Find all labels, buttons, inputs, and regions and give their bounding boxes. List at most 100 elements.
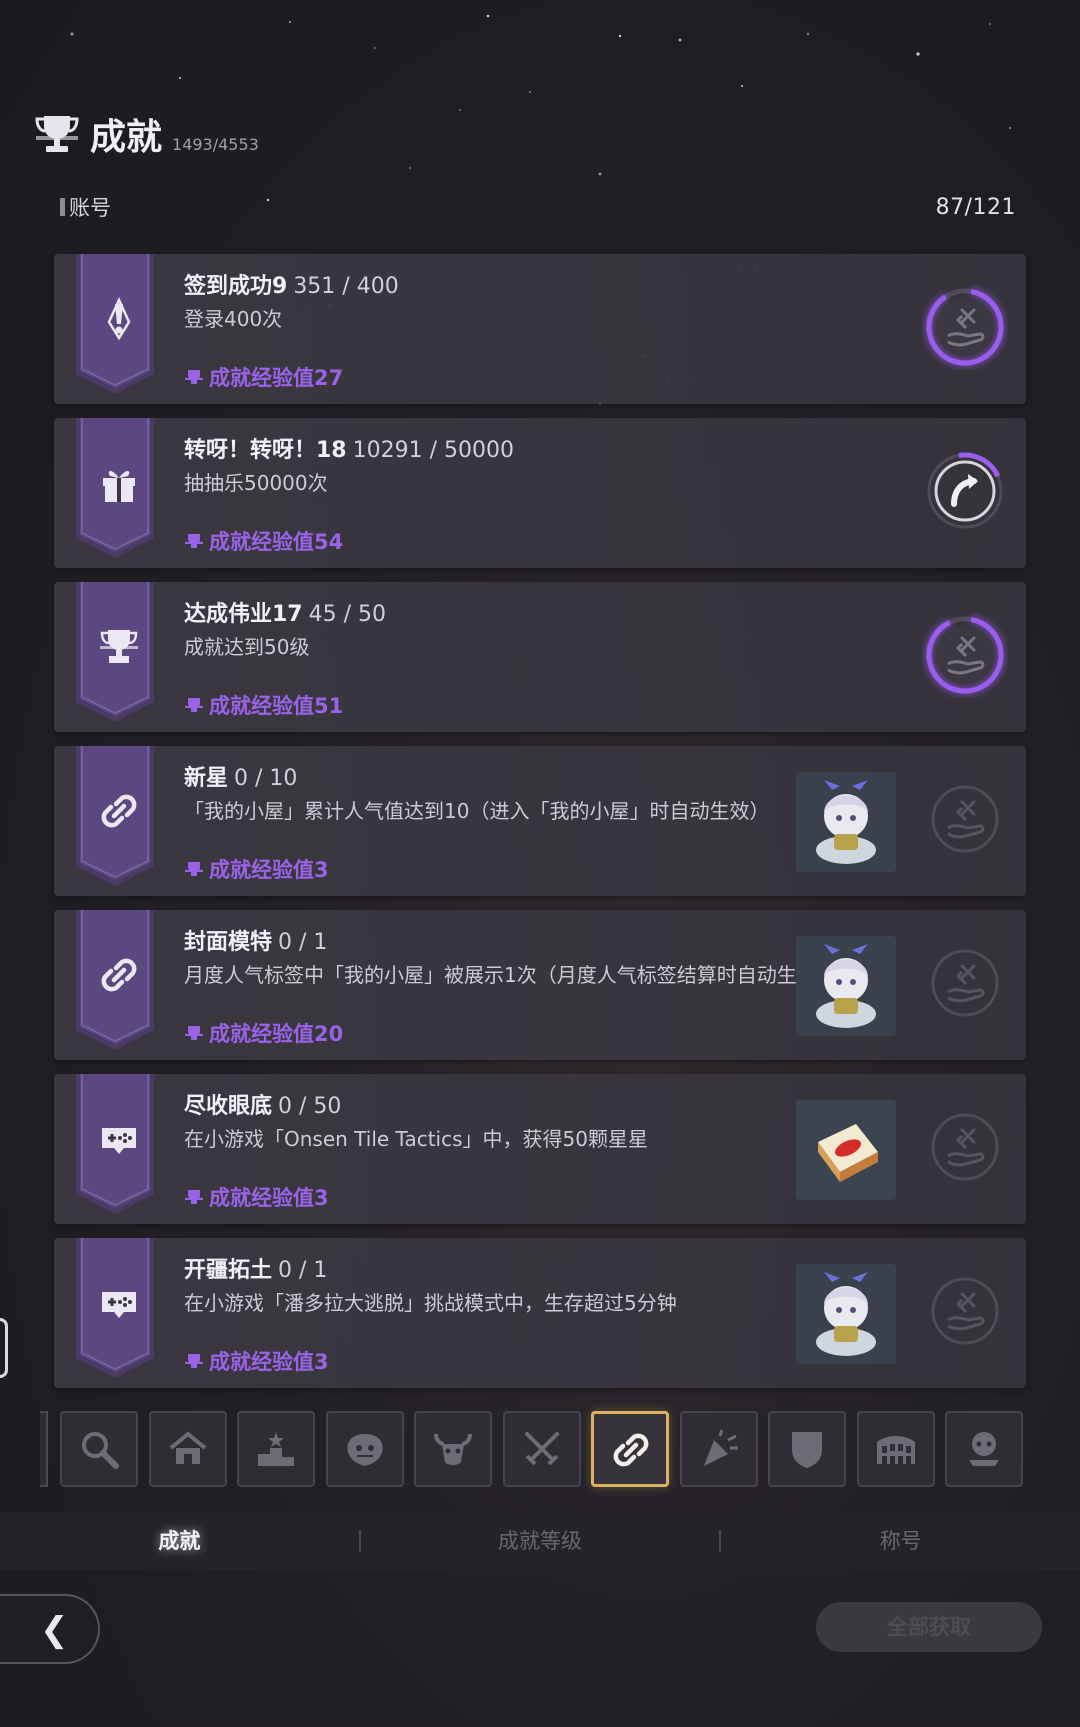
achievement-name: 转呀！转呀！18 <box>184 438 347 463</box>
achievement-progress: 45 / 50 <box>308 602 387 627</box>
achievement-card[interactable]: 封面模特 0 / 1 月度人气标签中「我的小屋」被展示1次（月度人气标签结算时自动… <box>54 910 1026 1060</box>
mahjong-tile-thumbnail <box>796 1100 896 1200</box>
claim-progress-ring[interactable] <box>922 612 1008 698</box>
link-icon <box>613 1433 649 1467</box>
achievement-exp: 成就经验值3 <box>184 1182 329 1212</box>
achievement-card[interactable]: 新星 0 / 10 「我的小屋」累计人气值达到10（进入「我的小屋」时自动生效） … <box>54 746 1026 896</box>
exp-trophy-icon <box>185 698 203 712</box>
category-bull[interactable] <box>414 1411 492 1487</box>
achievement-exp-label: 成就经验值54 <box>209 530 344 554</box>
achievement-description: 「我的小屋」累计人气值达到10（进入「我的小屋」时自动生效） <box>184 799 770 823</box>
achievement-name: 达成伟业17 <box>184 602 303 627</box>
back-button[interactable]: ❮ <box>0 1594 100 1664</box>
achievement-progress: 351 / 400 <box>293 274 399 299</box>
claim-disabled-button[interactable] <box>922 940 1008 1026</box>
reward-thumbnail[interactable] <box>796 772 896 872</box>
category-search[interactable] <box>60 1411 138 1487</box>
achievement-title: 新星 0 / 10 <box>184 760 844 792</box>
page-title: 成就 <box>90 117 163 158</box>
achievement-name: 封面模特 <box>184 930 273 955</box>
achievement-body: 签到成功9 351 / 400 登录400次 <box>184 268 844 333</box>
house-icon <box>169 1431 206 1464</box>
category-podium[interactable] <box>237 1411 315 1487</box>
category-party[interactable] <box>679 1411 758 1487</box>
exp-trophy-icon <box>185 862 203 876</box>
shield-icon <box>792 1432 822 1468</box>
claim-all-button[interactable]: 全部获取 <box>816 1602 1042 1652</box>
chibi-character-thumbnail <box>796 1264 896 1364</box>
gamepad-icon <box>102 1292 136 1318</box>
section-header: 账号 87/121 <box>60 192 1016 222</box>
claim-disabled-button[interactable] <box>922 1104 1008 1190</box>
achievement-exp: 成就经验值27 <box>184 362 343 392</box>
achievement-card[interactable]: 签到成功9 351 / 400 登录400次 成就经验值27 <box>54 254 1026 404</box>
category-link[interactable] <box>591 1411 669 1487</box>
claim-progress-ring[interactable] <box>922 284 1008 370</box>
achievement-card[interactable]: 达成伟业17 45 / 50 成就达到50级 成就经验值51 <box>54 582 1026 732</box>
podium-icon <box>258 1432 294 1466</box>
total-achievement-count: 1493/4553 <box>172 135 259 154</box>
chevron-left-icon: ❮ <box>40 1610 69 1650</box>
achievement-card[interactable]: 转呀！转呀！18 10291 / 50000 抽抽乐50000次 成就经验值54 <box>54 418 1026 568</box>
category-shield[interactable] <box>768 1411 846 1487</box>
category-mask[interactable] <box>945 1411 1023 1487</box>
exp-trophy-icon <box>185 370 203 384</box>
go-arrow-button[interactable] <box>922 448 1008 534</box>
claim-disabled-button[interactable] <box>922 1268 1008 1354</box>
achievement-progress: 0 / 1 <box>278 1258 328 1283</box>
bull-icon <box>434 1433 472 1465</box>
side-handle[interactable] <box>0 1318 8 1378</box>
bottom-tabs: 成就 成就等级 称号 <box>0 1512 1080 1570</box>
achievement-description: 在小游戏「Onsen Tile Tactics」中，获得50颗星星 <box>184 1127 648 1151</box>
achievement-body: 尽收眼底 0 / 50 在小游戏「Onsen Tile Tactics」中，获得5… <box>184 1088 844 1153</box>
reward-thumbnail[interactable] <box>796 1100 896 1200</box>
page-header: 成就 1493/4553 <box>34 112 259 156</box>
achievement-title: 尽收眼底 0 / 50 <box>184 1088 844 1120</box>
link-icon <box>101 958 137 992</box>
achievement-description: 成就达到50级 <box>184 635 310 659</box>
achievement-name: 开疆拓土 <box>184 1258 273 1283</box>
category-swords[interactable] <box>502 1411 581 1487</box>
tab-achievements[interactable]: 成就 <box>0 1512 359 1570</box>
reward-thumbnail[interactable] <box>796 1264 896 1364</box>
achievement-description: 登录400次 <box>184 307 283 331</box>
tab-titles[interactable]: 称号 <box>721 1512 1080 1570</box>
monster-icon <box>346 1434 383 1466</box>
achievement-card[interactable]: 尽收眼底 0 / 50 在小游戏「Onsen Tile Tactics」中，获得5… <box>54 1074 1026 1224</box>
claim-disabled-button[interactable] <box>922 776 1008 862</box>
achievement-progress: 0 / 50 <box>278 1094 342 1119</box>
achievement-description: 月度人气标签中「我的小屋」被展示1次（月度人气标签结算时自动生效） <box>184 963 837 987</box>
achievement-card[interactable]: 开疆拓土 0 / 1 在小游戏「潘多拉大逃脱」挑战模式中，生存超过5分钟 成就经验… <box>54 1238 1026 1388</box>
achievement-title: 签到成功9 351 / 400 <box>184 268 844 300</box>
tab-achievement-level[interactable]: 成就等级 <box>361 1512 720 1570</box>
category-colosseum[interactable] <box>856 1411 935 1487</box>
exp-trophy-icon <box>185 534 203 548</box>
achievement-title: 封面模特 0 / 1 <box>184 924 844 956</box>
achievement-exp-label: 成就经验值3 <box>209 858 329 882</box>
colosseum-icon <box>876 1436 915 1464</box>
achievement-exp-label: 成就经验值27 <box>209 366 344 390</box>
achievement-exp-label: 成就经验值3 <box>209 1350 329 1374</box>
exclamation-icon <box>107 296 131 341</box>
gift-icon <box>103 471 135 502</box>
achievement-list[interactable]: 签到成功9 351 / 400 登录400次 成就经验值27 转呀！转呀！18 10… <box>54 254 1026 1402</box>
achievement-body: 开疆拓土 0 / 1 在小游戏「潘多拉大逃脱」挑战模式中，生存超过5分钟 <box>184 1252 844 1317</box>
category-house[interactable] <box>148 1411 227 1487</box>
achievement-exp-label: 成就经验值20 <box>209 1022 344 1046</box>
achievement-progress: 10291 / 50000 <box>352 438 514 463</box>
achievement-exp: 成就经验值20 <box>184 1018 343 1048</box>
mask-icon <box>969 1432 999 1466</box>
party-icon <box>703 1429 738 1466</box>
achievement-name: 签到成功9 <box>184 274 288 299</box>
achievement-exp-label: 成就经验值3 <box>209 1186 329 1210</box>
reward-thumbnail[interactable] <box>796 936 896 1036</box>
achievement-body: 封面模特 0 / 1 月度人气标签中「我的小屋」被展示1次（月度人气标签结算时自动… <box>184 924 844 989</box>
category-monster[interactable] <box>325 1411 404 1487</box>
swords-icon <box>524 1432 559 1466</box>
achievement-progress: 0 / 10 <box>234 766 298 791</box>
achievement-body: 转呀！转呀！18 10291 / 50000 抽抽乐50000次 <box>184 432 844 497</box>
search-icon <box>82 1432 119 1469</box>
achievement-exp: 成就经验值3 <box>184 854 329 884</box>
achievement-name: 新星 <box>184 766 229 791</box>
exp-trophy-icon <box>185 1026 203 1040</box>
